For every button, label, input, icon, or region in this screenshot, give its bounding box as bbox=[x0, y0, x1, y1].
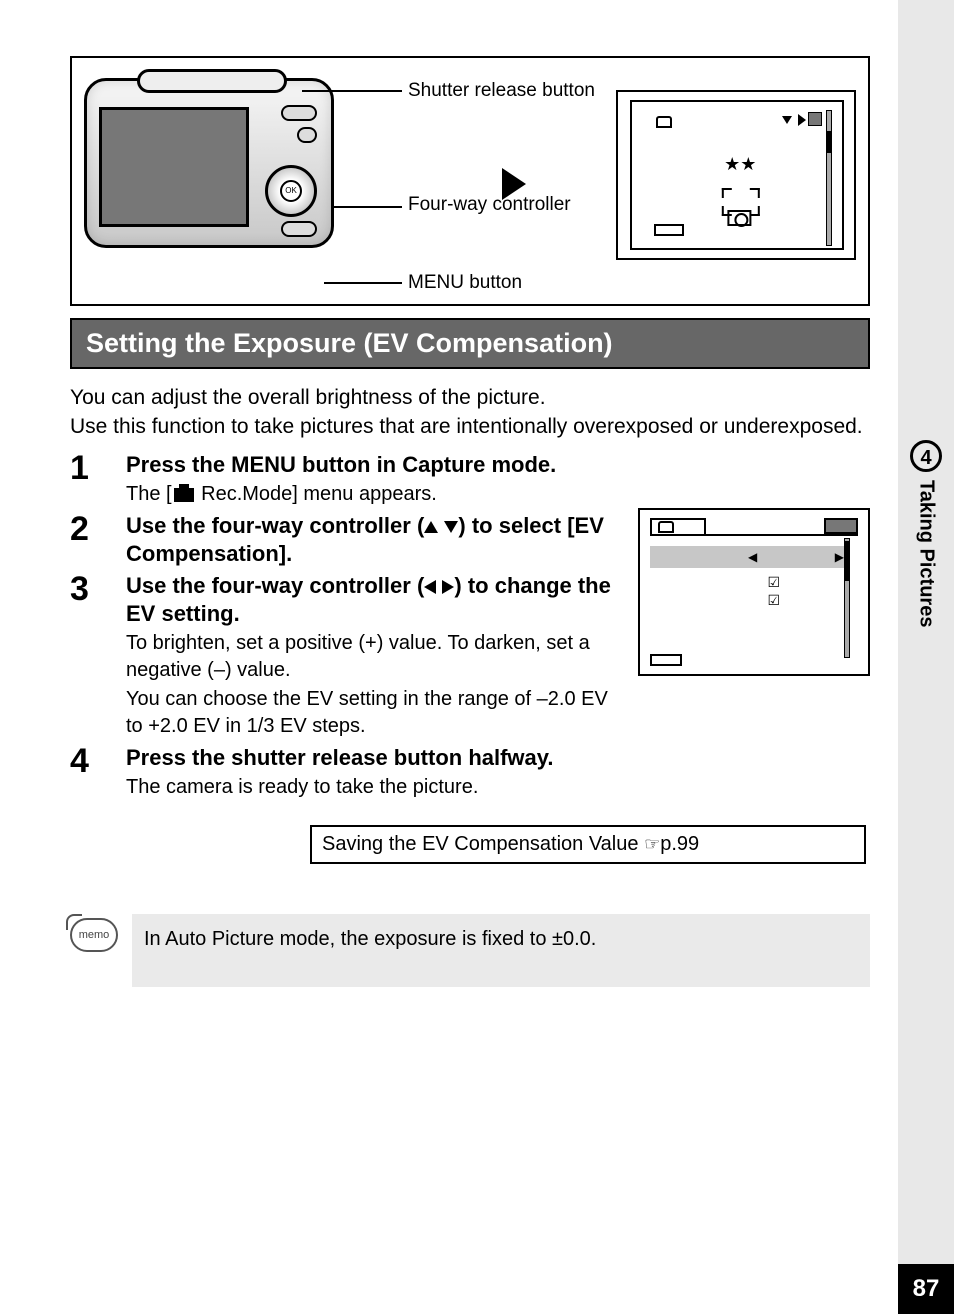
quality-stars-icon: ★★ bbox=[724, 154, 756, 175]
lcd-preview: ★★ bbox=[616, 90, 856, 260]
step-number: 4 bbox=[70, 744, 126, 801]
camera-icon bbox=[656, 116, 672, 128]
ok-icon: OK bbox=[280, 180, 302, 202]
checkbox-icon: ☑ bbox=[767, 592, 780, 609]
steps-list: 1 Press the MENU button in Capture mode.… bbox=[70, 451, 870, 801]
step-1-desc: The [ Rec.Mode] menu appears. bbox=[126, 481, 870, 508]
step-1: 1 Press the MENU button in Capture mode.… bbox=[70, 451, 870, 508]
side-tab: 4 Taking Pictures bbox=[898, 440, 954, 670]
memo-text: In Auto Picture mode, the exposure is fi… bbox=[132, 914, 870, 987]
label-four-way-controller: Four-way controller bbox=[408, 194, 571, 216]
step-4: 4 Press the shutter release button halfw… bbox=[70, 744, 870, 801]
reference-page: p.99 bbox=[660, 833, 699, 855]
up-icon bbox=[424, 521, 438, 533]
memo-block: memo In Auto Picture mode, the exposure … bbox=[70, 914, 870, 987]
step-number: 3 bbox=[70, 572, 126, 740]
chapter-number: 4 bbox=[910, 440, 942, 472]
step-2-title: Use the four-way controller ( ) to selec… bbox=[126, 512, 622, 568]
settings-icon bbox=[808, 112, 822, 126]
step-3-desc-a: To brighten, set a positive (+) value. T… bbox=[126, 630, 622, 684]
diagram-box: OK Shutter release button Four-way contr… bbox=[70, 56, 870, 306]
camera-icon bbox=[174, 488, 194, 502]
cross-reference: Saving the EV Compensation Value ☞p.99 bbox=[310, 825, 866, 864]
label-menu-button: MENU button bbox=[408, 272, 522, 294]
intro-line-2: Use this function to take pictures that … bbox=[70, 415, 863, 438]
step-3-title: Use the four-way controller ( ) to chang… bbox=[126, 572, 622, 628]
left-icon bbox=[424, 580, 436, 594]
step-number: 2 bbox=[70, 512, 126, 568]
dropdown-icon bbox=[782, 116, 792, 124]
page-content: OK Shutter release button Four-way contr… bbox=[70, 56, 870, 987]
right-icon bbox=[442, 580, 454, 594]
step-4-desc: The camera is ready to take the picture. bbox=[126, 774, 870, 801]
reference-text: Saving the EV Compensation Value bbox=[322, 833, 644, 855]
page-number: 87 bbox=[898, 1264, 954, 1314]
settings-tab-icon bbox=[824, 518, 858, 534]
checkbox-icon: ☑ bbox=[767, 574, 780, 591]
step-3: 3 Use the four-way controller ( ) to cha… bbox=[70, 572, 622, 740]
right-icon: ▶ bbox=[835, 550, 844, 564]
label-shutter-release: Shutter release button bbox=[408, 80, 595, 102]
chapter-label: Taking Pictures bbox=[915, 480, 938, 627]
arrow-right-icon bbox=[502, 168, 526, 200]
camera-icon bbox=[658, 521, 674, 533]
step-3-desc-b: You can choose the EV setting in the ran… bbox=[126, 686, 622, 740]
intro-line-1: You can adjust the overall brightness of… bbox=[70, 386, 546, 409]
step-1-title: Press the MENU button in Capture mode. bbox=[126, 451, 870, 479]
metering-icon bbox=[727, 210, 751, 226]
menu-preview: ◀ ▶ ☑ ☑ bbox=[638, 508, 870, 676]
camera-illustration: OK bbox=[84, 78, 334, 258]
memo-icon: memo bbox=[70, 918, 118, 952]
intro-text: You can adjust the overall brightness of… bbox=[70, 383, 870, 441]
section-heading: Setting the Exposure (EV Compensation) bbox=[70, 318, 870, 369]
play-icon bbox=[798, 114, 806, 126]
step-number: 1 bbox=[70, 451, 126, 508]
step-4-title: Press the shutter release button halfway… bbox=[126, 744, 870, 772]
down-icon bbox=[444, 521, 458, 533]
pointing-hand-icon: ☞ bbox=[644, 834, 660, 855]
left-icon: ◀ bbox=[748, 550, 757, 564]
step-2: 2 Use the four-way controller ( ) to sel… bbox=[70, 512, 622, 568]
